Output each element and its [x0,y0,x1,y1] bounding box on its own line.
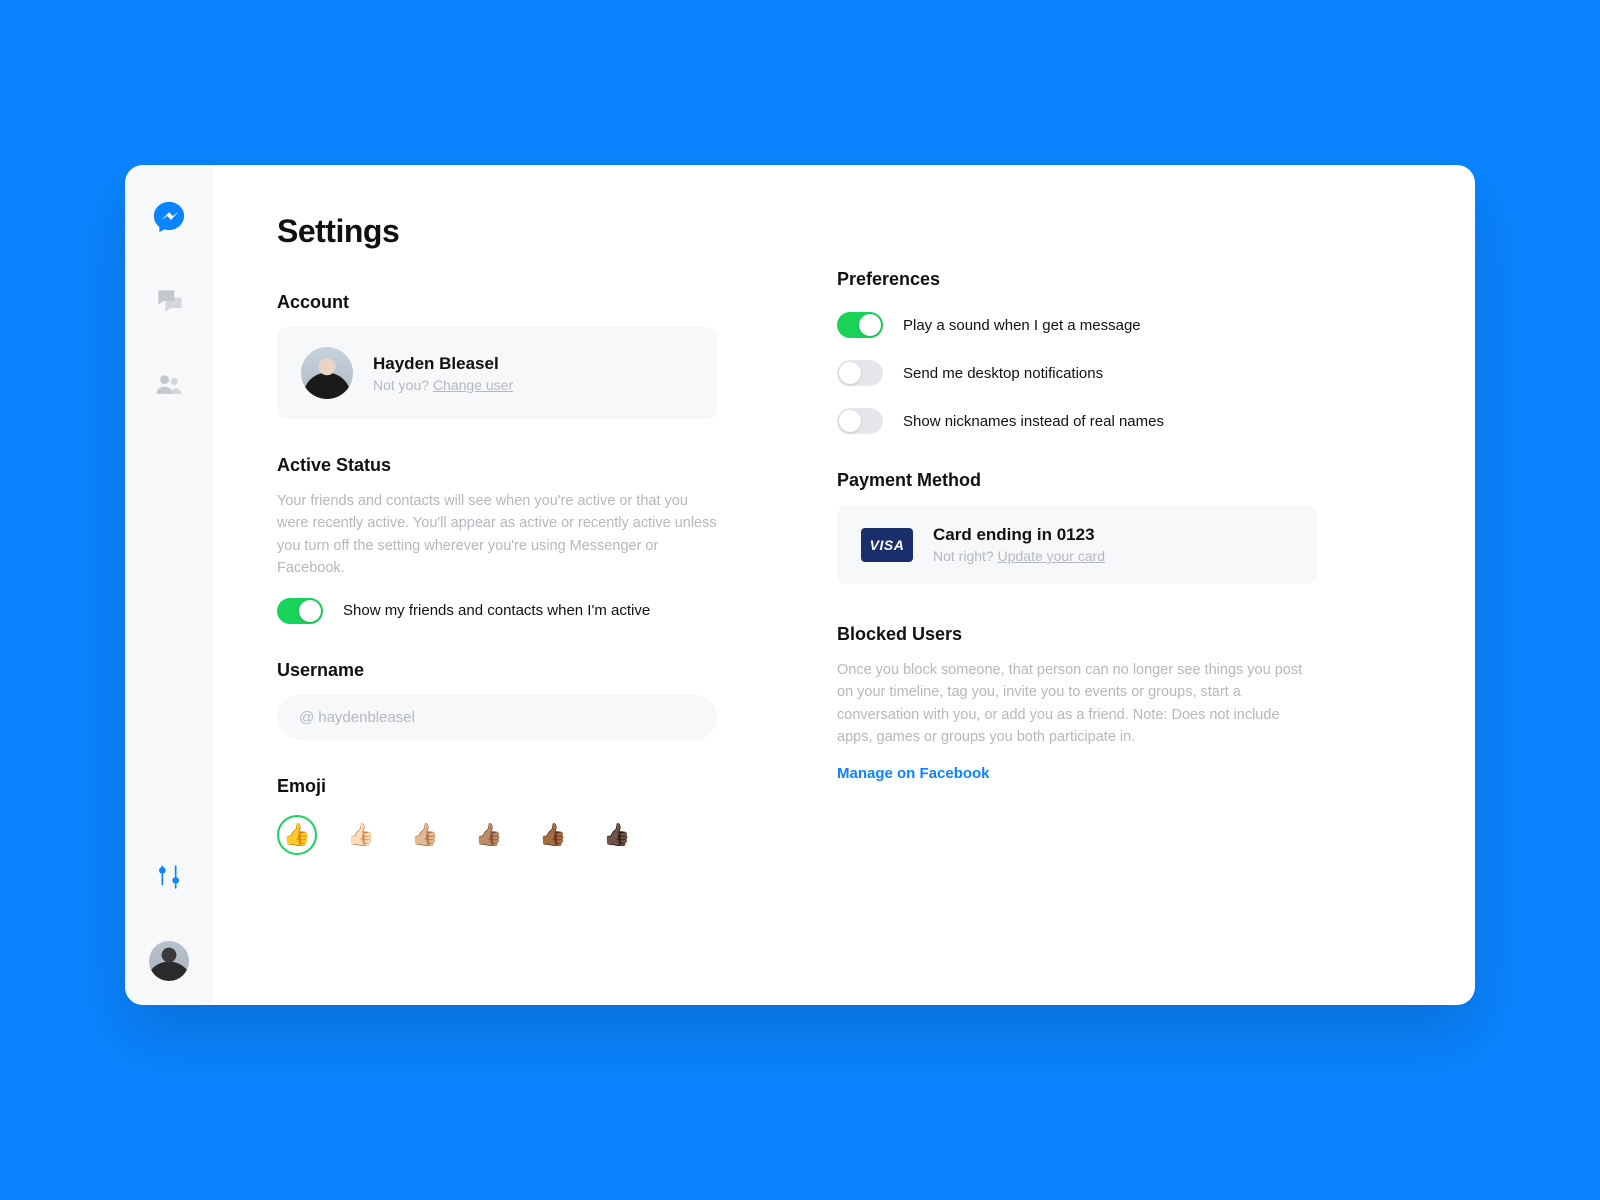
avatar[interactable] [149,941,189,981]
payment-section: Payment Method VISA Card ending in 0123 … [837,470,1317,584]
emoji-row: 👍 👍🏻 👍🏼 👍🏽 👍🏾 👍🏿 [277,815,717,855]
account-heading: Account [277,292,717,313]
emoji-option-1[interactable]: 👍🏻 [341,815,381,855]
pref-label-1: Send me desktop notifications [903,365,1103,382]
emoji-option-2[interactable]: 👍🏼 [405,815,445,855]
active-status-toggle[interactable] [277,598,323,624]
payment-subtext: Not right? Update your card [933,548,1105,564]
app-window: Settings Account Hayden Bleasel Not you?… [125,165,1475,1005]
manage-facebook-link[interactable]: Manage on Facebook [837,765,990,782]
sidebar [125,165,213,1005]
emoji-heading: Emoji [277,776,717,797]
active-status-toggle-label: Show my friends and contacts when I'm ac… [343,602,650,619]
active-status-heading: Active Status [277,455,717,476]
content: Settings Account Hayden Bleasel Not you?… [213,165,1475,1005]
emoji-option-3[interactable]: 👍🏽 [469,815,509,855]
username-input[interactable]: @ haydenbleasel [277,695,717,740]
pref-label-2: Show nicknames instead of real names [903,413,1164,430]
emoji-option-5[interactable]: 👍🏿 [597,815,637,855]
page-title: Settings [277,213,717,250]
username-value: haydenbleasel [318,709,415,726]
account-name: Hayden Bleasel [373,354,513,374]
emoji-option-0[interactable]: 👍 [277,815,317,855]
payment-heading: Payment Method [837,470,1317,491]
chats-icon[interactable] [149,281,189,321]
messenger-icon[interactable] [149,197,189,237]
preferences-heading: Preferences [837,269,1317,290]
preferences-section: Preferences Play a sound when I get a me… [837,269,1317,434]
username-prefix: @ [299,709,314,726]
emoji-section: Emoji 👍 👍🏻 👍🏼 👍🏽 👍🏾 👍🏿 [277,776,717,855]
emoji-option-4[interactable]: 👍🏾 [533,815,573,855]
people-icon[interactable] [149,365,189,405]
settings-icon[interactable] [149,857,189,897]
account-section: Account Hayden Bleasel Not you? Change u… [277,292,717,419]
sidebar-top [149,197,189,405]
active-status-desc: Your friends and contacts will see when … [277,490,717,580]
sidebar-bottom [149,857,189,981]
col-left: Settings Account Hayden Bleasel Not you?… [277,213,717,957]
pref-label-0: Play a sound when I get a message [903,317,1141,334]
card-ending-text: Card ending in 0123 [933,525,1105,545]
payment-card: VISA Card ending in 0123 Not right? Upda… [837,505,1317,584]
visa-icon: VISA [861,528,913,562]
active-status-toggle-row: Show my friends and contacts when I'm ac… [277,598,717,624]
pref-toggle-nick[interactable] [837,408,883,434]
account-subtext: Not you? Change user [373,377,513,393]
username-heading: Username [277,660,717,681]
account-avatar [301,347,353,399]
pref-row-0: Play a sound when I get a message [837,312,1317,338]
update-card-link[interactable]: Update your card [998,548,1105,564]
pref-toggle-desktop[interactable] [837,360,883,386]
blocked-section: Blocked Users Once you block someone, th… [837,624,1317,783]
blocked-heading: Blocked Users [837,624,1317,645]
username-section: Username @ haydenbleasel [277,660,717,740]
pref-toggle-sound[interactable] [837,312,883,338]
pref-row-2: Show nicknames instead of real names [837,408,1317,434]
col-right: Preferences Play a sound when I get a me… [837,213,1317,957]
not-right-text: Not right? [933,548,998,564]
active-status-section: Active Status Your friends and contacts … [277,455,717,624]
pref-row-1: Send me desktop notifications [837,360,1317,386]
blocked-desc: Once you block someone, that person can … [837,659,1317,749]
not-you-text: Not you? [373,377,433,393]
change-user-link[interactable]: Change user [433,377,513,393]
account-card: Hayden Bleasel Not you? Change user [277,327,717,419]
